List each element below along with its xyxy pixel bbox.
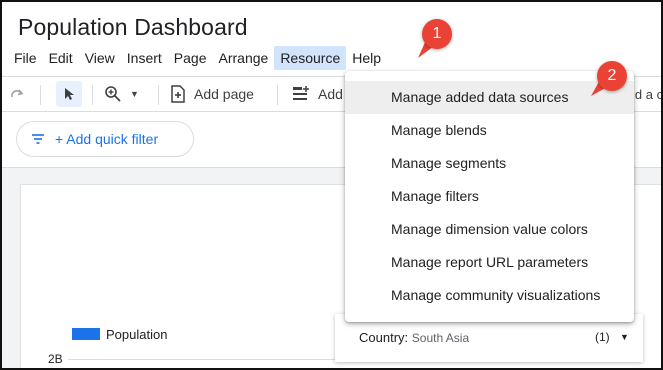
add-quick-filter-label: + Add quick filter bbox=[55, 131, 159, 147]
menu-item-manage-dimension-colors[interactable]: Manage dimension value colors bbox=[345, 213, 634, 246]
country-filter-label: Country: South Asia bbox=[359, 330, 469, 345]
resource-menu: Manage added data sources Manage blends … bbox=[345, 71, 634, 322]
country-value: South Asia bbox=[411, 331, 470, 345]
legend-swatch bbox=[72, 328, 100, 340]
axis-tick-label: 2B bbox=[48, 352, 63, 366]
menu-insert[interactable]: Insert bbox=[121, 46, 168, 70]
menu-edit[interactable]: Edit bbox=[43, 46, 79, 70]
add-data-button[interactable]: Add bbox=[292, 77, 343, 111]
add-page-label: Add page bbox=[194, 86, 254, 102]
add-page-button[interactable]: Add page bbox=[170, 77, 254, 111]
chevron-down-icon[interactable]: ▼ bbox=[620, 332, 629, 342]
menu-item-manage-url-parameters[interactable]: Manage report URL parameters bbox=[345, 246, 634, 279]
callout-badge-2: 2 bbox=[597, 61, 627, 91]
menu-page[interactable]: Page bbox=[168, 46, 213, 70]
add-quick-filter-button[interactable]: + Add quick filter bbox=[16, 121, 194, 157]
zoom-in-icon bbox=[105, 86, 121, 102]
cursor-arrow-icon bbox=[65, 88, 74, 100]
country-dimension: Country: bbox=[359, 330, 409, 345]
menu-bar: File Edit View Insert Page Arrange Resou… bbox=[8, 46, 387, 72]
toolbar-divider bbox=[92, 85, 93, 105]
toolbar-divider bbox=[40, 85, 41, 105]
add-page-icon bbox=[171, 85, 185, 103]
add-data-label: Add bbox=[318, 86, 343, 102]
toolbar-overflow-text[interactable]: ld a c bbox=[632, 77, 661, 111]
menu-view[interactable]: View bbox=[79, 46, 121, 70]
menu-help[interactable]: Help bbox=[346, 46, 387, 70]
menu-resource[interactable]: Resource bbox=[274, 46, 347, 70]
zoom-button[interactable]: ▼ bbox=[104, 77, 150, 111]
menu-item-manage-community-visualizations[interactable]: Manage community visualizations bbox=[345, 279, 634, 312]
axis-gridline bbox=[68, 359, 338, 360]
legend-label: Population bbox=[106, 327, 168, 342]
filter-icon bbox=[32, 134, 44, 144]
app-window: Population Dashboard File Edit View Inse… bbox=[0, 0, 663, 370]
menu-item-manage-segments[interactable]: Manage segments bbox=[345, 147, 634, 180]
report-title[interactable]: Population Dashboard bbox=[18, 14, 248, 41]
menu-arrange[interactable]: Arrange bbox=[213, 46, 275, 70]
chevron-down-icon: ▼ bbox=[130, 89, 139, 99]
country-selected-count: (1) bbox=[595, 330, 610, 344]
menu-file[interactable]: File bbox=[8, 46, 43, 70]
toolbar-divider bbox=[158, 85, 159, 105]
select-tool-button[interactable] bbox=[56, 81, 82, 107]
menu-item-manage-blends[interactable]: Manage blends bbox=[345, 114, 634, 147]
add-data-icon bbox=[293, 86, 309, 100]
toolbar-divider bbox=[277, 85, 278, 105]
callout-badge-1: 1 bbox=[422, 19, 452, 49]
redo-button[interactable] bbox=[4, 77, 30, 111]
menu-item-manage-filters[interactable]: Manage filters bbox=[345, 180, 634, 213]
redo-icon bbox=[11, 89, 24, 98]
